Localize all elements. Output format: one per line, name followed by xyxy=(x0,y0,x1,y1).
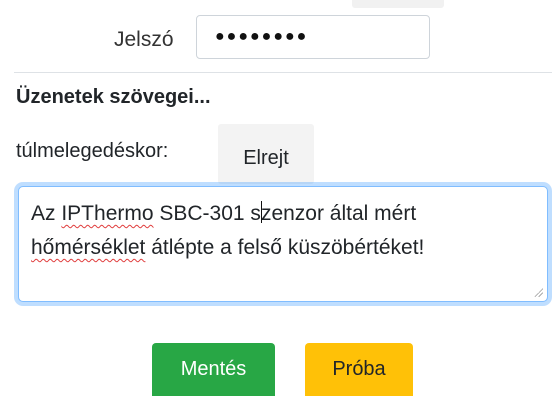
message-text-part: átlépte a felső küszöbértéket! xyxy=(145,236,425,259)
overheat-message-textarea[interactable]: Az IPThermo SBC-301 szenzor által mért hő… xyxy=(18,186,548,302)
message-text-part: SBC-301 s xyxy=(153,202,261,225)
settings-panel: Jelszó ●●●●●●●● Üzenetek szövegei... túl… xyxy=(0,0,552,396)
section-divider xyxy=(14,72,552,73)
message-text-part: zenzor által mért xyxy=(260,202,417,225)
messages-heading: Üzenetek szövegei... xyxy=(16,86,211,108)
password-label: Jelszó xyxy=(114,28,174,51)
test-button[interactable]: Próba xyxy=(305,343,413,396)
hide-button[interactable]: Elrejt xyxy=(218,124,314,184)
spellcheck-word: IPThermo xyxy=(61,202,154,225)
top-tab-fragment xyxy=(352,0,444,8)
resize-grip-icon[interactable] xyxy=(533,287,543,297)
spellcheck-word: hőmérséklet xyxy=(31,236,146,259)
overheat-label: túlmelegedéskor: xyxy=(16,140,169,162)
save-button[interactable]: Mentés xyxy=(152,343,275,396)
message-text-part: Az xyxy=(31,202,62,225)
password-input[interactable]: ●●●●●●●● xyxy=(196,15,430,59)
